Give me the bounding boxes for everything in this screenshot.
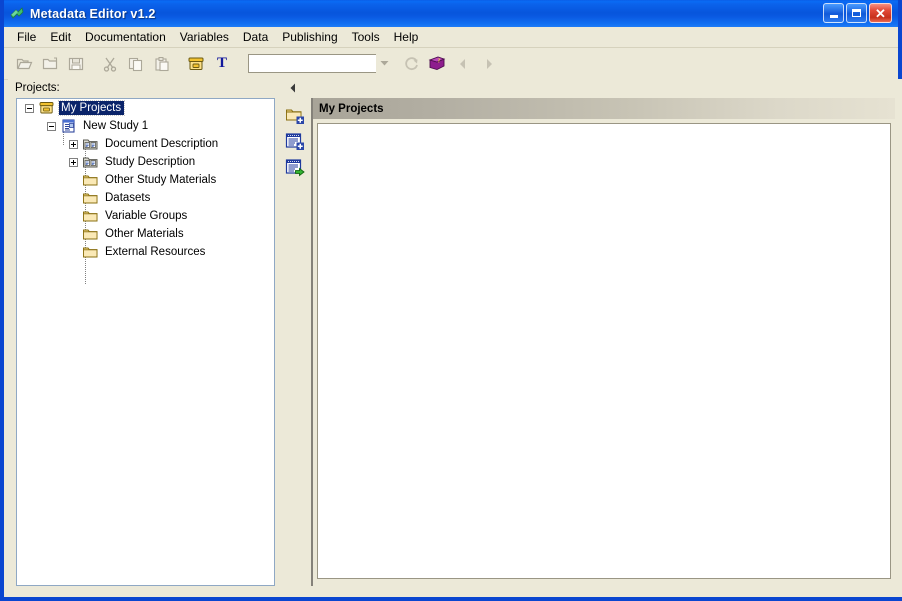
- expand-toggle[interactable]: [69, 139, 78, 149]
- menu-bar: File Edit Documentation Variables Data P…: [4, 27, 898, 48]
- menu-item-documentation[interactable]: Documentation: [78, 28, 173, 46]
- toolbar: T ?: [4, 48, 898, 80]
- tree-item-label: New Study 1: [83, 120, 149, 132]
- forward-arrow-icon[interactable]: [477, 52, 501, 75]
- app-logo-icon: [9, 6, 25, 22]
- tree-item-datasets[interactable]: Datasets: [17, 189, 274, 207]
- tree-item-my-projects[interactable]: My Projects: [17, 99, 274, 117]
- open-folder-icon[interactable]: [38, 52, 62, 75]
- minimize-button[interactable]: [823, 3, 844, 23]
- tree-item-other-study-materials[interactable]: Other Study Materials: [17, 171, 274, 189]
- tree-item-variable-groups[interactable]: Variable Groups: [17, 207, 274, 225]
- tree-item-label: Document Description: [105, 138, 219, 150]
- tree-item-label: Study Description: [105, 156, 196, 168]
- project-tree[interactable]: My Projects New Study 1 Document Descrip…: [16, 98, 275, 586]
- main-panel-header: My Projects: [313, 98, 895, 119]
- study-document-icon: [60, 118, 77, 134]
- menu-item-data[interactable]: Data: [236, 28, 275, 46]
- chevron-down-icon[interactable]: [376, 54, 393, 73]
- refresh-icon[interactable]: [399, 52, 423, 75]
- tree-item-external-resources[interactable]: External Resources: [17, 243, 274, 261]
- folder-icon: [82, 244, 99, 260]
- tree-item-label: Other Study Materials: [105, 174, 217, 186]
- collapse-toggle[interactable]: [25, 103, 34, 113]
- help-book-icon[interactable]: ?: [425, 52, 449, 75]
- title-bar: Metadata Editor v1.2 ✕: [0, 0, 902, 27]
- text-tool-icon[interactable]: T: [210, 52, 234, 75]
- menu-item-edit[interactable]: Edit: [43, 28, 78, 46]
- svg-text:?: ?: [438, 59, 441, 65]
- description-folder-icon: [82, 154, 99, 170]
- collapse-left-icon[interactable]: [287, 82, 299, 94]
- minimize-icon: [829, 14, 838, 18]
- close-button[interactable]: ✕: [869, 3, 892, 23]
- copy-icon[interactable]: [124, 52, 148, 75]
- tree-item-study-description[interactable]: Study Description: [17, 153, 274, 171]
- maximize-button[interactable]: [846, 3, 867, 23]
- folder-icon: [82, 190, 99, 206]
- expand-toggle[interactable]: [69, 157, 78, 167]
- main-content-area[interactable]: [317, 123, 891, 579]
- cut-icon[interactable]: [98, 52, 122, 75]
- add-form-button[interactable]: [284, 130, 306, 152]
- menu-item-publishing[interactable]: Publishing: [275, 28, 344, 46]
- tree-item-document-description[interactable]: Document Description: [17, 135, 274, 153]
- tree-item-label: Variable Groups: [105, 210, 188, 222]
- menu-item-variables[interactable]: Variables: [173, 28, 236, 46]
- folder-icon: [82, 208, 99, 224]
- window-controls: ✕: [823, 3, 892, 23]
- tree-item-label: Datasets: [105, 192, 151, 204]
- search-input[interactable]: [248, 54, 376, 73]
- close-icon: ✕: [875, 5, 886, 21]
- window-title: Metadata Editor v1.2: [30, 6, 156, 21]
- tree-item-label: External Resources: [105, 246, 206, 258]
- collapse-toggle[interactable]: [47, 121, 56, 131]
- archive-box-icon: [38, 100, 55, 116]
- main-panel: My Projects: [311, 98, 895, 586]
- tree-item-label: Other Materials: [105, 228, 184, 240]
- add-folder-button[interactable]: [284, 104, 306, 126]
- folder-icon: [82, 226, 99, 242]
- menu-item-help[interactable]: Help: [387, 28, 426, 46]
- paste-icon[interactable]: [150, 52, 174, 75]
- menu-item-tools[interactable]: Tools: [345, 28, 387, 46]
- workspace: Projects: My Projects New Study 1 Docume…: [8, 79, 902, 597]
- application-window: Metadata Editor v1.2 ✕ File Edit Documen…: [0, 0, 902, 601]
- open-project-icon[interactable]: [12, 52, 36, 75]
- archive-box-icon[interactable]: [184, 52, 208, 75]
- description-folder-icon: [82, 136, 99, 152]
- maximize-icon: [852, 9, 861, 17]
- import-form-button[interactable]: [284, 156, 306, 178]
- tree-item-new-study-1[interactable]: New Study 1: [17, 117, 274, 135]
- projects-label: Projects:: [15, 82, 60, 94]
- back-arrow-icon[interactable]: [451, 52, 475, 75]
- tree-item-label: My Projects: [57, 100, 126, 116]
- sidebar-toolstrip: [278, 79, 314, 589]
- save-icon[interactable]: [64, 52, 88, 75]
- menu-item-file[interactable]: File: [10, 28, 43, 46]
- folder-icon: [82, 172, 99, 188]
- tree-item-other-materials[interactable]: Other Materials: [17, 225, 274, 243]
